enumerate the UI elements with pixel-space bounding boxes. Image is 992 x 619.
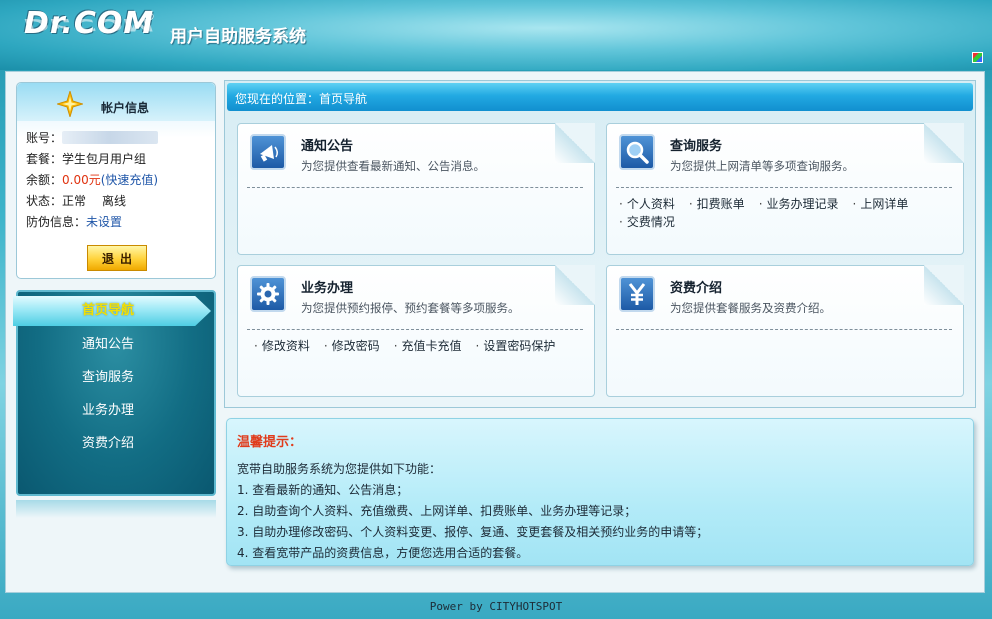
card-query: 查询服务 为您提供上网清单等多项查询服务。 个人资料扣费账单业务办理记录上网详单… bbox=[606, 123, 964, 255]
nav-menu: 首页导航 通知公告 查询服务 业务办理 资费介绍 bbox=[13, 290, 216, 496]
nav-item-business[interactable]: 业务办理 bbox=[18, 396, 214, 426]
card-divider bbox=[616, 329, 952, 330]
logo-reflection: Dr.COM bbox=[24, 14, 155, 34]
broken-image-icon bbox=[972, 52, 983, 63]
card-corner bbox=[924, 265, 964, 305]
nav-item-tariff[interactable]: 资费介绍 bbox=[18, 429, 214, 459]
account-title: 帐户信息 bbox=[101, 101, 150, 115]
link-billing[interactable]: 扣费账单 bbox=[689, 197, 745, 211]
card-divider bbox=[247, 187, 583, 188]
tips-line: 1. 查看最新的通知、公告消息； bbox=[237, 483, 409, 497]
card-desc: 为您提供上网清单等多项查询服务。 bbox=[670, 159, 854, 173]
link-password-protection[interactable]: 设置密码保护 bbox=[476, 339, 556, 353]
online-status-value: 离线 bbox=[102, 194, 127, 208]
package-row: 套餐：学生包月用户组 bbox=[26, 150, 146, 167]
nav-reflection bbox=[16, 500, 216, 518]
system-title-reflection: 用户自助服务系统 bbox=[170, 29, 306, 40]
security-row: 防伪信息：未设置 bbox=[26, 213, 122, 230]
card-notices[interactable]: 通知公告 为您提供查看最新通知、公告消息。 bbox=[237, 123, 595, 255]
tips-title: 温馨提示： bbox=[237, 435, 303, 450]
balance-row: 余额：0.00元(快速充值) bbox=[26, 171, 158, 188]
card-corner bbox=[924, 123, 964, 163]
account-label: 账号： bbox=[26, 131, 63, 145]
logout-button[interactable]: 退出 bbox=[87, 245, 147, 271]
account-panel: 帐户信息 账号： 套餐：学生包月用户组 余额：0.00元(快速充值) 状态：正常… bbox=[16, 82, 216, 279]
link-online-details[interactable]: 上网详单 bbox=[853, 197, 909, 211]
card-desc: 为您提供预约报停、预约套餐等多项服务。 bbox=[301, 301, 520, 315]
tips-line: 4. 查看宽带产品的资费信息，方便您选用合适的套餐。 bbox=[237, 546, 529, 560]
card-title[interactable]: 资费介绍 bbox=[670, 277, 722, 296]
account-title-bar: 帐户信息 bbox=[17, 83, 215, 121]
package-value: 学生包月用户组 bbox=[62, 152, 147, 166]
card-corner bbox=[555, 123, 595, 163]
tips-box: 温馨提示： 宽带自助服务系统为您提供如下功能： 1. 查看最新的通知、公告消息；… bbox=[226, 418, 974, 566]
tips-line: 3. 自助办理修改密码、个人资料变更、报停、复通、变更套餐及相关预约业务的申请等… bbox=[237, 525, 709, 539]
card-title[interactable]: 业务办理 bbox=[301, 277, 353, 296]
package-label: 套餐： bbox=[26, 152, 63, 166]
card-desc: 为您提供查看最新通知、公告消息。 bbox=[301, 159, 485, 173]
card-title[interactable]: 查询服务 bbox=[670, 135, 722, 154]
magnifier-icon bbox=[619, 134, 655, 170]
quick-recharge-link[interactable]: (快速充值) bbox=[101, 173, 158, 187]
card-links: 个人资料扣费账单业务办理记录上网详单交费情况 bbox=[619, 195, 959, 231]
star-icon bbox=[57, 91, 83, 117]
card-tariff[interactable]: 资费介绍 为您提供套餐服务及资费介绍。 bbox=[606, 265, 964, 397]
tips-line: 宽带自助服务系统为您提供如下功能： bbox=[237, 462, 442, 476]
content-box: 您现在的位置：首页导航 通知公告 为您提供查看最新通知、公告消息。 查询服务 为… bbox=[224, 80, 976, 408]
nav-item-notices[interactable]: 通知公告 bbox=[18, 330, 214, 360]
link-payment-status[interactable]: 交费情况 bbox=[619, 215, 675, 229]
status-row: 状态：正常 离线 bbox=[26, 192, 126, 209]
status-label: 状态： bbox=[26, 194, 63, 208]
gear-icon bbox=[250, 276, 286, 312]
security-label: 防伪信息： bbox=[26, 215, 87, 229]
breadcrumb-bar: 您现在的位置：首页导航 bbox=[227, 83, 973, 111]
megaphone-icon bbox=[250, 134, 286, 170]
nav-item-home[interactable]: 首页导航 bbox=[13, 296, 211, 326]
balance-value: 0.00元 bbox=[62, 173, 101, 187]
registered-mark: ® bbox=[144, 10, 155, 23]
link-personal-info[interactable]: 个人资料 bbox=[619, 197, 675, 211]
status-value: 正常 bbox=[62, 194, 87, 208]
yen-icon bbox=[619, 276, 655, 312]
card-title[interactable]: 通知公告 bbox=[301, 135, 353, 154]
balance-label: 余额： bbox=[26, 173, 63, 187]
account-row: 账号： bbox=[26, 129, 159, 146]
app-header: Dr.COM Dr.COM ® 用户自助服务系统 用户自助服务系统 bbox=[0, 0, 992, 70]
card-links: 修改资料修改密码充值卡充值设置密码保护 bbox=[254, 337, 594, 355]
breadcrumb: 您现在的位置：首页导航 bbox=[235, 92, 368, 106]
link-card-recharge[interactable]: 充值卡充值 bbox=[394, 339, 462, 353]
tips-line: 2. 自助查询个人资料、充值缴费、上网详单、扣费账单、业务办理等记录； bbox=[237, 504, 637, 518]
masked-account-value bbox=[62, 131, 159, 144]
footer-credit: Power by CITYHOTSPOT bbox=[429, 600, 563, 613]
drcom-logo: Dr.COM Dr.COM bbox=[24, 6, 159, 62]
link-edit-info[interactable]: 修改资料 bbox=[254, 339, 310, 353]
card-desc: 为您提供套餐服务及资费介绍。 bbox=[670, 301, 831, 315]
card-business: 业务办理 为您提供预约报停、预约套餐等多项服务。 修改资料修改密码充值卡充值设置… bbox=[237, 265, 595, 397]
security-value-link[interactable]: 未设置 bbox=[86, 215, 122, 229]
card-divider bbox=[616, 187, 952, 188]
nav-item-query[interactable]: 查询服务 bbox=[18, 363, 214, 393]
card-corner bbox=[555, 265, 595, 305]
link-business-records[interactable]: 业务办理记录 bbox=[759, 197, 839, 211]
link-change-password[interactable]: 修改密码 bbox=[324, 339, 380, 353]
card-divider bbox=[247, 329, 583, 330]
main-frame: 帐户信息 账号： 套餐：学生包月用户组 余额：0.00元(快速充值) 状态：正常… bbox=[5, 71, 985, 593]
